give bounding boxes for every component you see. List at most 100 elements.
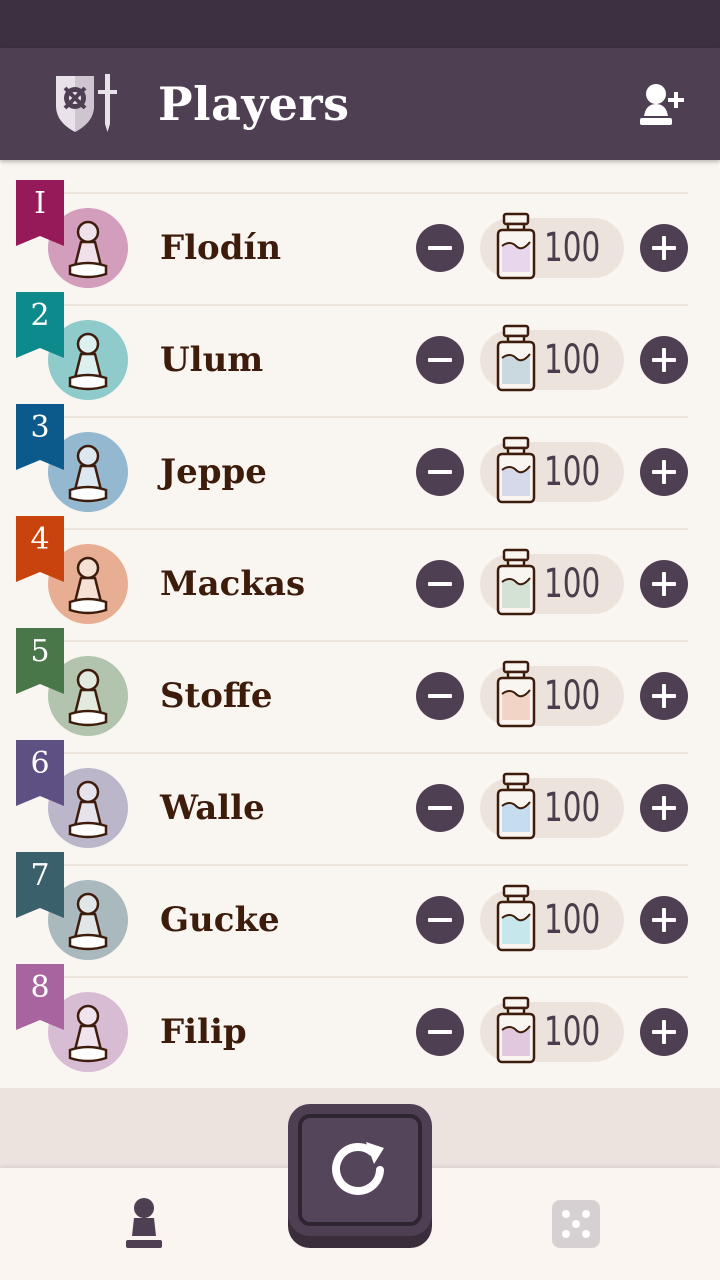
health-value: 100: [544, 225, 601, 271]
player-name[interactable]: Jeppe: [160, 448, 267, 496]
minus-icon: [428, 806, 452, 810]
rank-number: 8: [30, 970, 50, 1005]
health-counter: 100: [480, 884, 624, 952]
reset-button[interactable]: [288, 1104, 432, 1248]
rank-ribbon: 2: [16, 292, 64, 358]
player-name[interactable]: Walle: [160, 784, 265, 832]
row-divider: [16, 640, 688, 642]
player-name[interactable]: Flodín: [160, 224, 281, 272]
increase-health-button[interactable]: [640, 784, 688, 832]
minus-icon: [428, 358, 452, 362]
plus-icon: [652, 572, 676, 596]
health-counter: 100: [480, 660, 624, 728]
row-divider: [16, 864, 688, 866]
health-counter: 100: [480, 996, 624, 1064]
page-title: Players: [158, 77, 350, 131]
decrease-health-button[interactable]: [416, 336, 464, 384]
player-row: 8 Filip 100: [0, 944, 720, 1072]
rank-number: 2: [30, 298, 50, 333]
decrease-health-button[interactable]: [416, 672, 464, 720]
increase-health-button[interactable]: [640, 1008, 688, 1056]
player-row: 4 Mackas 100: [0, 496, 720, 624]
increase-health-button[interactable]: [640, 224, 688, 272]
plus-icon: [652, 460, 676, 484]
player-row: 5 Stoffe 100: [0, 608, 720, 736]
health-counter: 100: [480, 324, 624, 392]
decrease-health-button[interactable]: [416, 224, 464, 272]
plus-icon: [652, 1020, 676, 1044]
dice-icon: [552, 1200, 600, 1248]
player-name[interactable]: Mackas: [160, 560, 305, 608]
reset-icon: [288, 1104, 432, 1248]
rank-ribbon: 5: [16, 628, 64, 694]
rank-ribbon: I: [16, 180, 64, 246]
rank-number: I: [34, 186, 46, 221]
health-counter: 100: [480, 772, 624, 840]
health-value: 100: [544, 337, 601, 383]
minus-icon: [428, 694, 452, 698]
row-divider: [16, 752, 688, 754]
health-value: 100: [544, 897, 601, 943]
minus-icon: [428, 918, 452, 922]
nav-players-tab[interactable]: [118, 1196, 170, 1252]
decrease-health-button[interactable]: [416, 896, 464, 944]
health-value: 100: [544, 561, 601, 607]
player-name[interactable]: Gucke: [160, 896, 280, 944]
health-counter: 100: [480, 548, 624, 616]
nav-dice-tab[interactable]: [552, 1200, 600, 1248]
health-value: 100: [544, 449, 601, 495]
increase-health-button[interactable]: [640, 560, 688, 608]
increase-health-button[interactable]: [640, 672, 688, 720]
plus-icon: [652, 684, 676, 708]
rank-ribbon: 6: [16, 740, 64, 806]
player-row: 6 Walle 100: [0, 720, 720, 848]
decrease-health-button[interactable]: [416, 1008, 464, 1056]
player-row: 7 Gucke 100: [0, 832, 720, 960]
plus-icon: [652, 796, 676, 820]
plus-icon: [652, 908, 676, 932]
plus-icon: [652, 236, 676, 260]
increase-health-button[interactable]: [640, 336, 688, 384]
player-name[interactable]: Filip: [160, 1008, 247, 1056]
decrease-health-button[interactable]: [416, 784, 464, 832]
rank-ribbon: 7: [16, 852, 64, 918]
row-divider: [16, 976, 688, 978]
health-counter: 100: [480, 436, 624, 504]
rank-ribbon: 3: [16, 404, 64, 470]
health-value: 100: [544, 1009, 601, 1055]
rank-ribbon: 8: [16, 964, 64, 1030]
health-counter: 100: [480, 212, 624, 280]
shield-sword-icon: [52, 72, 124, 136]
player-row: 2 Ulum 100: [0, 272, 720, 400]
health-value: 100: [544, 785, 601, 831]
health-value: 100: [544, 673, 601, 719]
player-name[interactable]: Stoffe: [160, 672, 272, 720]
increase-health-button[interactable]: [640, 896, 688, 944]
rank-number: 7: [30, 858, 50, 893]
decrease-health-button[interactable]: [416, 448, 464, 496]
row-divider: [16, 416, 688, 418]
player-name[interactable]: Ulum: [160, 336, 263, 384]
row-divider: [16, 528, 688, 530]
rank-number: 5: [30, 634, 50, 669]
status-bar: [0, 0, 720, 48]
app-bar: Players: [0, 48, 720, 160]
decrease-health-button[interactable]: [416, 560, 464, 608]
add-player-icon: [640, 84, 684, 125]
minus-icon: [428, 1030, 452, 1034]
rank-number: 6: [30, 746, 50, 781]
pawn-icon: [126, 1198, 162, 1248]
increase-health-button[interactable]: [640, 448, 688, 496]
row-divider: [16, 304, 688, 306]
minus-icon: [428, 470, 452, 474]
minus-icon: [428, 582, 452, 586]
player-list: I Flodín 100 2 Ulum 100 3 Jeppe 100 4 Ma…: [0, 160, 720, 1088]
potion-bottle-icon: [496, 996, 536, 1064]
player-row: 3 Jeppe 100: [0, 384, 720, 512]
minus-icon: [428, 246, 452, 250]
row-divider: [16, 192, 688, 194]
rank-ribbon: 4: [16, 516, 64, 582]
player-row: I Flodín 100: [0, 160, 720, 288]
rank-number: 3: [30, 410, 50, 445]
add-player-button[interactable]: [632, 76, 692, 132]
